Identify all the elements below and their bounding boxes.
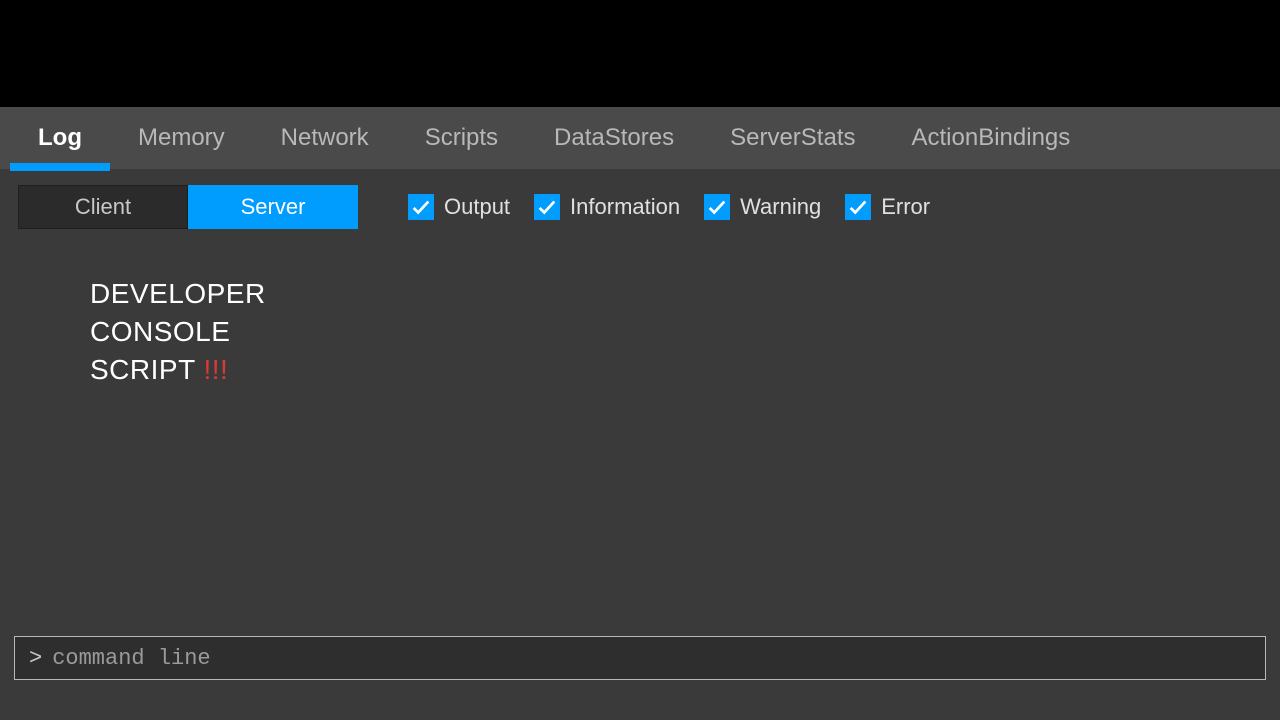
tab-label: ServerStats <box>730 124 855 152</box>
filter-warning[interactable]: Warning <box>704 194 821 220</box>
log-output-area: DEVELOPER CONSOLE SCRIPT !!! <box>0 235 1280 388</box>
filter-label: Error <box>881 194 930 220</box>
check-icon <box>706 196 728 218</box>
filter-label: Warning <box>740 194 821 220</box>
filter-information[interactable]: Information <box>534 194 680 220</box>
tab-memory[interactable]: Memory <box>110 107 253 169</box>
filter-label: Information <box>570 194 680 220</box>
checkbox-warning[interactable] <box>704 194 730 220</box>
filter-label: Output <box>444 194 510 220</box>
subtab-client[interactable]: Client <box>18 185 188 229</box>
filter-output[interactable]: Output <box>408 194 510 220</box>
checkbox-output[interactable] <box>408 194 434 220</box>
tab-datastores[interactable]: DataStores <box>526 107 702 169</box>
command-prompt: > <box>29 646 42 671</box>
check-icon <box>410 196 432 218</box>
log-line: CONSOLE <box>90 313 1280 351</box>
check-icon <box>536 196 558 218</box>
tab-label: DataStores <box>554 124 674 152</box>
console-tabs: Log Memory Network Scripts DataStores Se… <box>0 107 1280 169</box>
log-filters: Output Information Warning Error <box>408 194 930 220</box>
log-text: SCRIPT <box>90 354 203 385</box>
tab-scripts[interactable]: Scripts <box>397 107 526 169</box>
tab-serverstats[interactable]: ServerStats <box>702 107 883 169</box>
tab-network[interactable]: Network <box>253 107 397 169</box>
checkbox-information[interactable] <box>534 194 560 220</box>
checkbox-error[interactable] <box>845 194 871 220</box>
tab-log[interactable]: Log <box>10 107 110 169</box>
tab-label: Scripts <box>425 124 498 152</box>
filter-error[interactable]: Error <box>845 194 930 220</box>
command-line[interactable]: > <box>14 636 1266 680</box>
log-line: DEVELOPER <box>90 275 1280 313</box>
log-exclaim: !!! <box>203 354 228 385</box>
log-subrow: Client Server Output Information Warning <box>0 179 1280 235</box>
tab-label: ActionBindings <box>912 124 1071 152</box>
subtab-server[interactable]: Server <box>188 185 358 229</box>
check-icon <box>847 196 869 218</box>
tab-actionbindings[interactable]: ActionBindings <box>884 107 1099 169</box>
developer-console-panel: Log Memory Network Scripts DataStores Se… <box>0 107 1280 720</box>
tab-label: Memory <box>138 124 225 152</box>
log-line: SCRIPT !!! <box>90 351 1280 389</box>
tab-label: Log <box>38 124 82 152</box>
tab-label: Network <box>281 124 369 152</box>
command-input[interactable] <box>52 646 1251 671</box>
